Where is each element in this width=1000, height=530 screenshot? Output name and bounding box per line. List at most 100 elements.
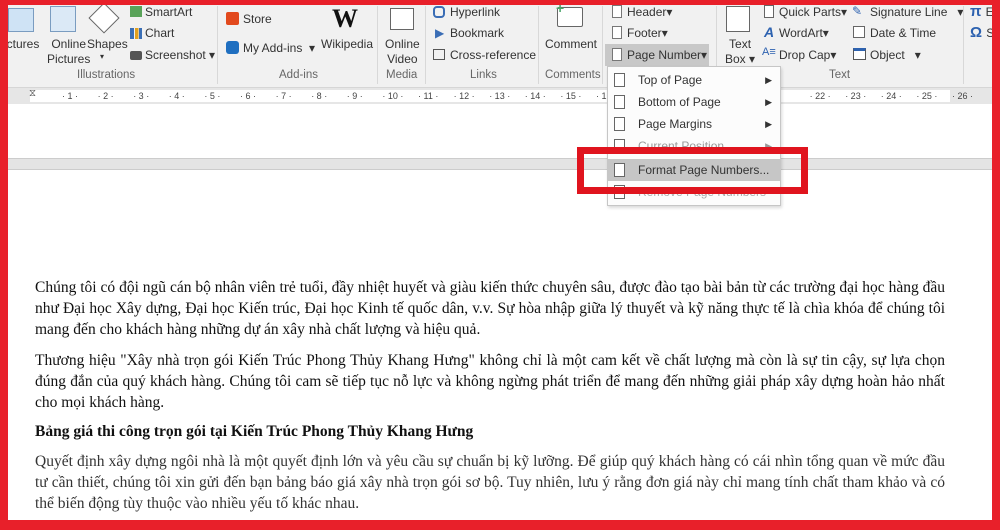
menu-item-bottom-of-page[interactable]: Bottom of Page ▶ bbox=[608, 91, 780, 113]
ruler-tick-label: · 8 · bbox=[311, 91, 328, 101]
group-divider bbox=[377, 6, 378, 84]
group-label-addins: Add-ins bbox=[279, 69, 318, 81]
online-video-button[interactable]: Online Video bbox=[385, 37, 420, 67]
page-break-gap bbox=[0, 158, 1000, 170]
menu-item-page-margins[interactable]: Page Margins ▶ bbox=[608, 113, 780, 135]
shapes-button[interactable]: Shapes bbox=[87, 37, 128, 51]
chart-button[interactable]: Chart bbox=[145, 26, 174, 40]
page-number-icon bbox=[612, 48, 622, 61]
text-box-icon bbox=[726, 6, 750, 32]
wikipedia-button[interactable]: Wikipedia bbox=[321, 37, 373, 51]
wikipedia-icon: W bbox=[332, 4, 358, 33]
group-divider bbox=[217, 6, 218, 84]
my-addins-label: My Add-ins bbox=[243, 41, 303, 55]
online-pictures-label: Online bbox=[51, 37, 87, 51]
submenu-arrow-icon: ▶ bbox=[765, 75, 772, 85]
my-addins-button[interactable]: My Add-ins ▾ bbox=[243, 41, 315, 55]
shapes-dropdown-icon[interactable]: ▾ bbox=[100, 52, 104, 61]
text-box-button[interactable]: Text Box ▾ bbox=[725, 37, 755, 67]
paragraph: Thương hiệu "Xây nhà trọn gói Kiến Trúc … bbox=[35, 352, 945, 411]
hyperlink-button[interactable]: Hyperlink bbox=[450, 5, 500, 19]
symbol-icon[interactable]: Ω S bbox=[970, 24, 994, 41]
group-label-media: Media bbox=[386, 69, 418, 81]
ruler-tick-label: · 23 · bbox=[845, 91, 867, 101]
group-divider bbox=[963, 6, 964, 84]
ruler-tick-label: · 9 · bbox=[346, 91, 363, 101]
ruler-tick-label: · 11 · bbox=[418, 91, 439, 101]
group-divider bbox=[425, 6, 426, 84]
group-divider bbox=[538, 6, 539, 84]
smartart-icon bbox=[130, 6, 142, 17]
online-pictures-icon bbox=[50, 6, 76, 32]
online-video-icon bbox=[390, 8, 414, 30]
signature-line-label: Signature Line bbox=[870, 5, 948, 19]
ruler-tick-label: · 7 · bbox=[275, 91, 292, 101]
my-addins-icon bbox=[226, 41, 239, 54]
ruler-tick-label: · 15 · bbox=[560, 91, 582, 101]
text-box-label: Text bbox=[729, 37, 752, 51]
chart-icon bbox=[130, 28, 142, 39]
object-icon bbox=[853, 48, 866, 60]
page-number-label: Page Number▾ bbox=[627, 48, 708, 62]
highlight-box bbox=[577, 147, 808, 194]
footer-icon bbox=[612, 26, 622, 39]
hyperlink-icon bbox=[433, 6, 445, 18]
smartart-button[interactable]: SmartArt bbox=[145, 5, 192, 19]
online-pictures-button[interactable]: Online Pictures bbox=[47, 37, 90, 67]
text-box-label-2: Box bbox=[725, 52, 746, 66]
screenshot-button[interactable]: Screenshot ▾ bbox=[145, 48, 215, 62]
group-divider bbox=[602, 6, 603, 84]
equation-icon[interactable]: π E bbox=[970, 3, 994, 20]
ruler-tick-label: · 10 · bbox=[382, 91, 404, 101]
top-of-page-icon bbox=[614, 73, 625, 87]
footer-button[interactable]: Footer▾ bbox=[627, 26, 668, 40]
ruler-tick-label: · 14 · bbox=[524, 91, 546, 101]
menu-item-top-of-page[interactable]: Top of Page ▶ bbox=[608, 69, 780, 91]
equation-label: E bbox=[985, 5, 994, 19]
header-icon bbox=[612, 5, 622, 18]
drop-cap-button[interactable]: Drop Cap▾ bbox=[779, 48, 836, 62]
group-label-illustrations: Illustrations bbox=[77, 69, 136, 81]
bookmark-icon: ▶ bbox=[435, 26, 445, 40]
bookmark-button[interactable]: Bookmark bbox=[450, 26, 504, 40]
ruler-tick-label: · 24 · bbox=[880, 91, 902, 101]
ruler-tick-label: · 25 · bbox=[916, 91, 938, 101]
drop-cap-label: Drop Cap bbox=[779, 48, 831, 62]
ruler-tick-label: · 6 · bbox=[240, 91, 257, 101]
header-button[interactable]: Header▾ bbox=[627, 5, 672, 19]
signature-line-button[interactable]: Signature Line ▾ bbox=[870, 5, 963, 19]
submenu-arrow-icon: ▶ bbox=[765, 97, 772, 107]
comment-icon-plus: + bbox=[556, 0, 565, 16]
cross-reference-button[interactable]: Cross-reference bbox=[450, 48, 536, 62]
quick-parts-button[interactable]: Quick Parts▾ bbox=[779, 5, 847, 19]
footer-label: Footer bbox=[627, 26, 662, 40]
screenshot-label: Screenshot bbox=[145, 48, 206, 62]
wordart-label: WordArt bbox=[779, 26, 823, 40]
page-number-text: Page Number bbox=[627, 48, 702, 62]
date-time-icon bbox=[853, 26, 865, 38]
group-label-text: Text bbox=[829, 69, 851, 81]
comment-button[interactable]: Comment bbox=[545, 37, 597, 51]
horizontal-ruler[interactable]: ⧖ · 1 · · 2 · · 3 · · 4 · · 5 · · 6 · · 7 · · 8… bbox=[0, 88, 1000, 104]
menu-item-label: Top of Page bbox=[638, 73, 703, 87]
wordart-button[interactable]: WordArt▾ bbox=[779, 26, 829, 40]
menu-item-label: Bottom of Page bbox=[638, 95, 721, 109]
object-label: Object bbox=[870, 48, 905, 62]
ruler-tick-label: · 4 · bbox=[168, 91, 185, 101]
signature-line-icon: ✎ bbox=[852, 4, 863, 18]
wordart-icon: A bbox=[764, 24, 775, 40]
pictures-button[interactable]: ictures bbox=[4, 37, 39, 51]
shapes-icon bbox=[88, 2, 120, 34]
quick-parts-label: Quick Parts bbox=[779, 5, 842, 19]
ruler-tick-label: · 5 · bbox=[204, 91, 221, 101]
header-label: Header bbox=[627, 5, 667, 19]
ruler-tick-label: · 12 · bbox=[453, 91, 475, 101]
cross-reference-icon bbox=[433, 49, 445, 60]
online-video-label-2: Video bbox=[387, 52, 418, 66]
object-button[interactable]: Object ▾ bbox=[870, 48, 921, 62]
date-time-button[interactable]: Date & Time bbox=[870, 26, 936, 40]
page-number-button[interactable]: Page Number▾ bbox=[605, 44, 709, 66]
page-margins-icon bbox=[614, 117, 625, 131]
store-button[interactable]: Store bbox=[243, 12, 272, 26]
indent-marker-icon[interactable]: ⧖ bbox=[29, 88, 36, 99]
